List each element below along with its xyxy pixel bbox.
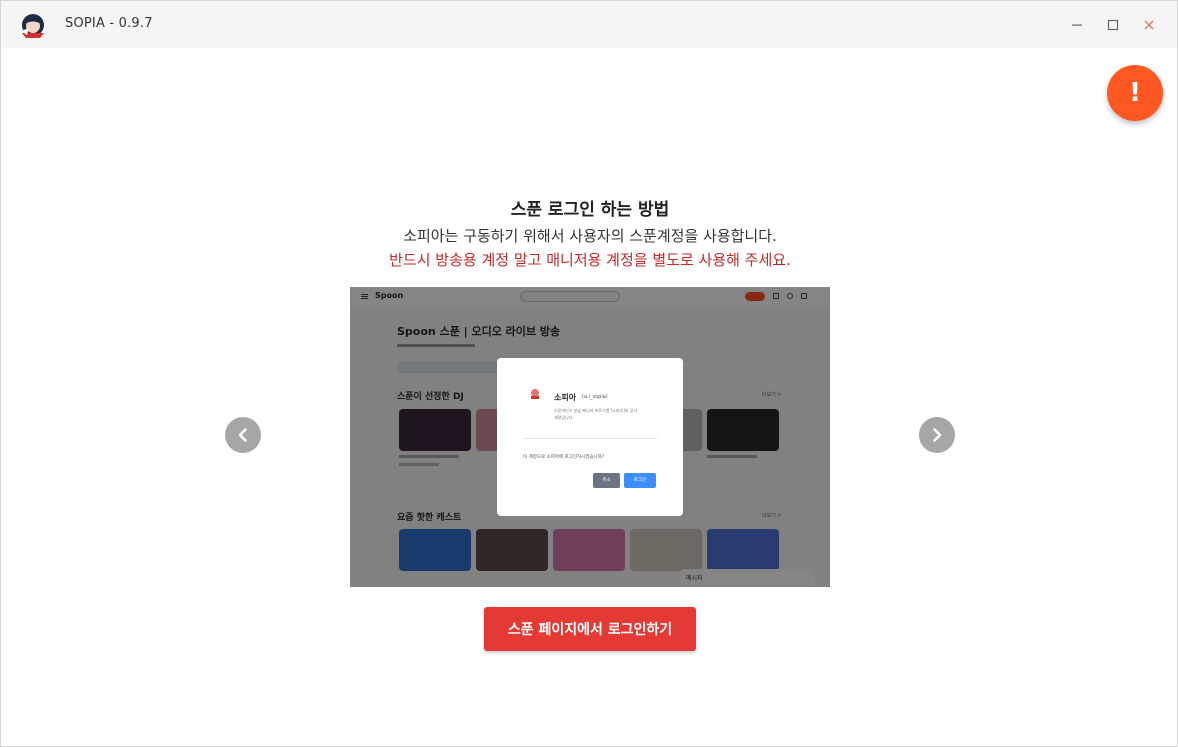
chevron-right-icon — [933, 428, 942, 442]
slide-dialog-cancel: 취소 — [593, 473, 620, 488]
minimize-button[interactable] — [1062, 10, 1092, 40]
carousel-prev-button[interactable] — [225, 417, 261, 453]
spoon-login-button[interactable]: 스푼 페이지에서 로그인하기 — [484, 607, 696, 651]
app-window: SOPIA - 0.9.7 ! 스푼 로그인 하는 방법 소피아는 구동하기 위… — [0, 0, 1178, 747]
maximize-icon — [1107, 19, 1119, 31]
chevron-left-icon — [238, 428, 247, 442]
slide-dialog-desc-line1: 스푼라디오 방송 매니저 프로그램 [소피아]의 공식 — [554, 408, 638, 413]
minimize-icon — [1072, 24, 1082, 26]
slide-dialog-logo-icon — [531, 389, 539, 399]
slide-login-dialog: 소피아 (a.i_sopia) 스푼라디오 방송 매니저 프로그램 [소피아]의… — [497, 358, 683, 516]
title-bar[interactable]: SOPIA - 0.9.7 — [1, 1, 1177, 48]
slide-dialog-question: 이 계정으로 소피아에 로그인하시겠습니까? — [523, 455, 605, 460]
slide-dialog-confirm: 로그인 — [624, 473, 656, 488]
slide-dialog-app-name: 소피아 — [554, 393, 577, 402]
slide-dialog-desc-line2: 계정입니다. — [554, 415, 574, 420]
carousel-next-button[interactable] — [919, 417, 955, 453]
login-guide-slide: Spoon Spoon 스푼 | 오디오 라이브 방송 스푼이 선정한 DJ 더… — [350, 287, 830, 587]
close-button[interactable] — [1134, 10, 1164, 40]
slide-dialog-divider — [523, 438, 657, 439]
exclamation-icon: ! — [1129, 78, 1141, 108]
maximize-button[interactable] — [1098, 10, 1128, 40]
sopia-logo-icon — [21, 14, 44, 38]
guide-title: 스푼 로그인 하는 방법 — [510, 200, 670, 220]
guide-warning: 반드시 방송용 계정 말고 매니저용 계정을 별도로 사용해 주세요. — [389, 251, 791, 269]
window-title: SOPIA - 0.9.7 — [65, 16, 153, 31]
guide-description: 소피아는 구동하기 위해서 사용자의 스푼계정을 사용합니다. — [403, 227, 777, 245]
slide-dialog-app-handle: (a.i_sopia) — [582, 394, 608, 400]
notice-button[interactable]: ! — [1107, 65, 1163, 121]
close-icon — [1144, 20, 1154, 30]
